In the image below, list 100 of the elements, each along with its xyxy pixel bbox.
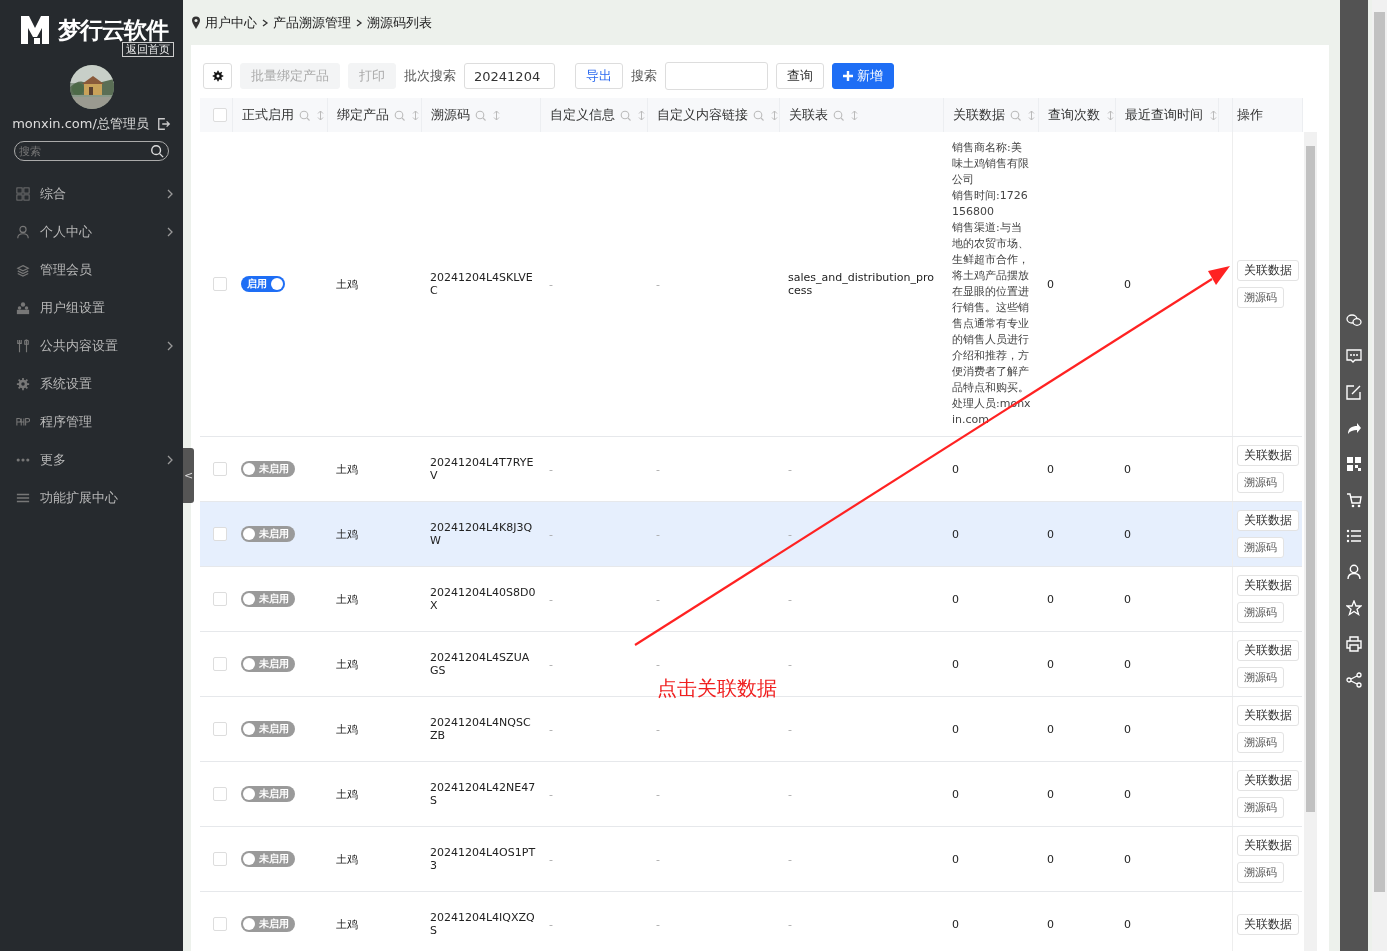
nav-item[interactable]: 用户组设置 bbox=[40, 299, 174, 317]
trace-code-button[interactable]: 溯源码 bbox=[1236, 732, 1284, 753]
table-cell: sales_and_distribution_process bbox=[788, 271, 934, 297]
php-icon bbox=[16, 415, 30, 429]
search-icon[interactable] bbox=[752, 109, 764, 121]
breadcrumb-item[interactable]: 溯源码列表 bbox=[367, 13, 432, 32]
checkbox[interactable] bbox=[213, 722, 227, 736]
nav-item[interactable]: 管理会员 bbox=[40, 261, 174, 279]
search-field[interactable] bbox=[665, 62, 768, 90]
table-cell: 土鸡 bbox=[336, 722, 358, 736]
table-cell: - bbox=[656, 787, 660, 801]
nav-item[interactable]: 个人中心 bbox=[40, 223, 156, 241]
table-cell: 20241204L4OS1PT3 bbox=[430, 846, 536, 872]
related-data-button[interactable]: 关联数据 bbox=[1236, 640, 1299, 661]
query-button[interactable]: 查询 bbox=[776, 63, 824, 89]
list-icon[interactable] bbox=[1346, 528, 1362, 544]
cart-icon[interactable] bbox=[1346, 492, 1362, 508]
table-cell: 0 bbox=[1124, 787, 1131, 801]
related-data-button[interactable]: 关联数据 bbox=[1236, 705, 1299, 726]
print-icon[interactable] bbox=[1346, 636, 1362, 652]
table-cell: 20241204L4SZUAGS bbox=[430, 651, 530, 677]
related-data-button[interactable]: 关联数据 bbox=[1236, 575, 1299, 596]
trace-code-button[interactable]: 溯源码 bbox=[1236, 287, 1284, 308]
nav-item[interactable]: 程序管理 bbox=[40, 413, 174, 431]
column-header: 关联表 bbox=[788, 106, 828, 124]
search-icon[interactable] bbox=[393, 109, 405, 121]
breadcrumb-item[interactable]: 用户中心 bbox=[205, 13, 257, 32]
checkbox[interactable] bbox=[213, 787, 227, 801]
table-cell: 20241204L4T7RYEV bbox=[430, 456, 534, 482]
table-cell: 0 bbox=[952, 462, 959, 476]
checkbox[interactable] bbox=[213, 852, 227, 866]
scrollbar[interactable] bbox=[1304, 132, 1317, 951]
trace-code-button[interactable]: 溯源码 bbox=[1236, 862, 1284, 883]
nav-item[interactable]: 功能扩展中心 bbox=[40, 489, 174, 507]
trace-code-button[interactable]: 溯源码 bbox=[1236, 537, 1284, 558]
toggle-switch[interactable]: 启用 bbox=[241, 276, 285, 292]
collapse-handle[interactable]: < bbox=[183, 448, 194, 503]
table-cell: 0 bbox=[1047, 787, 1054, 801]
plus-icon bbox=[843, 71, 853, 81]
search-icon[interactable] bbox=[619, 109, 631, 121]
search-input[interactable]: 搜索 bbox=[19, 145, 150, 157]
checkbox[interactable] bbox=[213, 917, 227, 931]
settings-button[interactable] bbox=[203, 63, 232, 89]
table-cell: 0 bbox=[1124, 592, 1131, 606]
table-cell: 土鸡 bbox=[336, 592, 358, 606]
person-icon bbox=[16, 225, 30, 239]
trace-code-button[interactable]: 溯源码 bbox=[1236, 472, 1284, 493]
home-link[interactable]: 返回首页 bbox=[122, 42, 174, 57]
table-cell: 0 bbox=[952, 657, 959, 671]
checkbox[interactable] bbox=[213, 462, 227, 476]
table-cell: - bbox=[549, 722, 553, 736]
trace-code-button[interactable]: 溯源码 bbox=[1236, 667, 1284, 688]
batch-select[interactable]: 20241204 bbox=[464, 63, 555, 89]
logout-icon[interactable] bbox=[156, 117, 171, 131]
edit-icon[interactable] bbox=[1346, 384, 1362, 400]
table-cell: - bbox=[549, 657, 553, 671]
related-data-button[interactable]: 关联数据 bbox=[1236, 770, 1299, 791]
table-cell: 土鸡 bbox=[336, 787, 358, 801]
add-button[interactable]: 新增 bbox=[832, 63, 894, 89]
search-icon[interactable] bbox=[1009, 109, 1021, 121]
table-cell: 0 bbox=[952, 787, 959, 801]
table-cell: 0 bbox=[1047, 592, 1054, 606]
user-icon[interactable] bbox=[1346, 564, 1362, 580]
related-data-button[interactable]: 关联数据 bbox=[1236, 913, 1299, 935]
chat-icon[interactable] bbox=[1346, 312, 1362, 328]
settings-icon bbox=[211, 70, 224, 82]
export-button[interactable]: 导出 bbox=[575, 63, 623, 89]
related-data-button[interactable]: 关联数据 bbox=[1236, 510, 1299, 531]
column-header: 自定义内容链接 bbox=[656, 106, 748, 124]
checkbox[interactable] bbox=[213, 527, 227, 541]
checkbox[interactable] bbox=[213, 277, 227, 291]
pin-icon bbox=[191, 16, 201, 29]
related-data-button[interactable]: 关联数据 bbox=[1236, 445, 1299, 466]
checkbox[interactable] bbox=[213, 592, 227, 606]
star-icon[interactable] bbox=[1346, 600, 1362, 616]
scrollbar[interactable] bbox=[1372, 0, 1387, 951]
trace-code-button[interactable]: 溯源码 bbox=[1236, 797, 1284, 818]
table-cell: - bbox=[549, 592, 553, 606]
checkbox[interactable] bbox=[213, 657, 227, 671]
share-icon[interactable] bbox=[1346, 672, 1362, 688]
trace-code-button[interactable]: 溯源码 bbox=[1236, 602, 1284, 623]
checkbox[interactable] bbox=[213, 108, 227, 122]
table-cell: 0 bbox=[1047, 527, 1054, 541]
table-cell: 0 bbox=[1047, 657, 1054, 671]
nav-item[interactable]: 系统设置 bbox=[40, 375, 174, 393]
table-cell: 0 bbox=[952, 852, 959, 866]
search-icon[interactable] bbox=[832, 109, 844, 121]
search-icon[interactable] bbox=[298, 109, 310, 121]
breadcrumb-item[interactable]: 产品溯源管理 bbox=[273, 13, 351, 32]
nav-item[interactable]: 公共内容设置 bbox=[40, 337, 156, 355]
table-cell: - bbox=[549, 917, 553, 931]
qr-code-icon[interactable] bbox=[1346, 456, 1362, 472]
table-cell: - bbox=[656, 722, 660, 736]
nav-item[interactable]: 综合 bbox=[40, 185, 156, 203]
search-icon[interactable] bbox=[474, 109, 486, 121]
message-icon[interactable] bbox=[1346, 348, 1362, 364]
related-data-button[interactable]: 关联数据 bbox=[1236, 260, 1299, 281]
nav-item[interactable]: 更多 bbox=[40, 451, 156, 469]
table-cell: - bbox=[788, 787, 792, 801]
related-data-button[interactable]: 关联数据 bbox=[1236, 835, 1299, 856]
